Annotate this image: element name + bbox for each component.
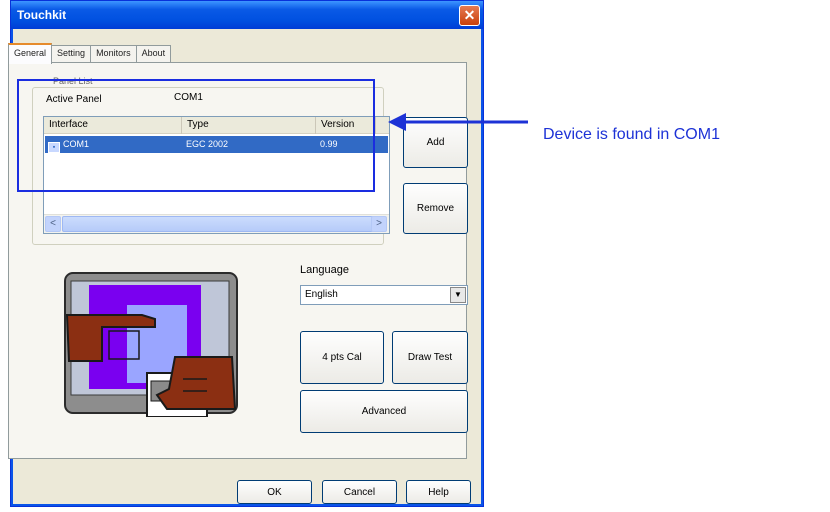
scrollbar-thumb[interactable]	[62, 216, 375, 232]
language-label: Language	[300, 264, 349, 276]
tab-monitors[interactable]: Monitors	[90, 45, 137, 63]
cancel-button[interactable]: Cancel	[322, 480, 397, 504]
horizontal-scrollbar[interactable]: < >	[44, 214, 389, 233]
annotation-arrow-icon	[388, 113, 528, 131]
four-pts-cal-button[interactable]: 4 pts Cal	[300, 331, 384, 384]
scroll-left-icon[interactable]: <	[45, 216, 61, 232]
chevron-down-icon[interactable]: ▼	[450, 287, 466, 303]
tab-about[interactable]: About	[135, 45, 172, 63]
annotation-text: Device is found in COM1	[543, 126, 720, 143]
close-icon[interactable]: ✕	[459, 5, 480, 26]
language-selected-value: English	[305, 289, 338, 300]
advanced-button[interactable]: Advanced	[300, 390, 468, 433]
language-select[interactable]: English ▼	[300, 285, 468, 305]
draw-test-button[interactable]: Draw Test	[392, 331, 468, 384]
title-bar: Touchkit ✕	[11, 1, 483, 29]
window-title: Touchkit	[17, 8, 67, 22]
remove-button[interactable]: Remove	[403, 183, 468, 234]
tab-strip: General Setting Monitors About	[8, 43, 172, 64]
tab-setting[interactable]: Setting	[51, 45, 92, 63]
calibration-illustration	[57, 269, 242, 417]
annotation-highlight-box	[17, 79, 375, 192]
scroll-right-icon[interactable]: >	[371, 216, 387, 232]
ok-button[interactable]: OK	[237, 480, 312, 504]
help-button[interactable]: Help	[406, 480, 471, 504]
tab-general[interactable]: General	[8, 43, 53, 64]
